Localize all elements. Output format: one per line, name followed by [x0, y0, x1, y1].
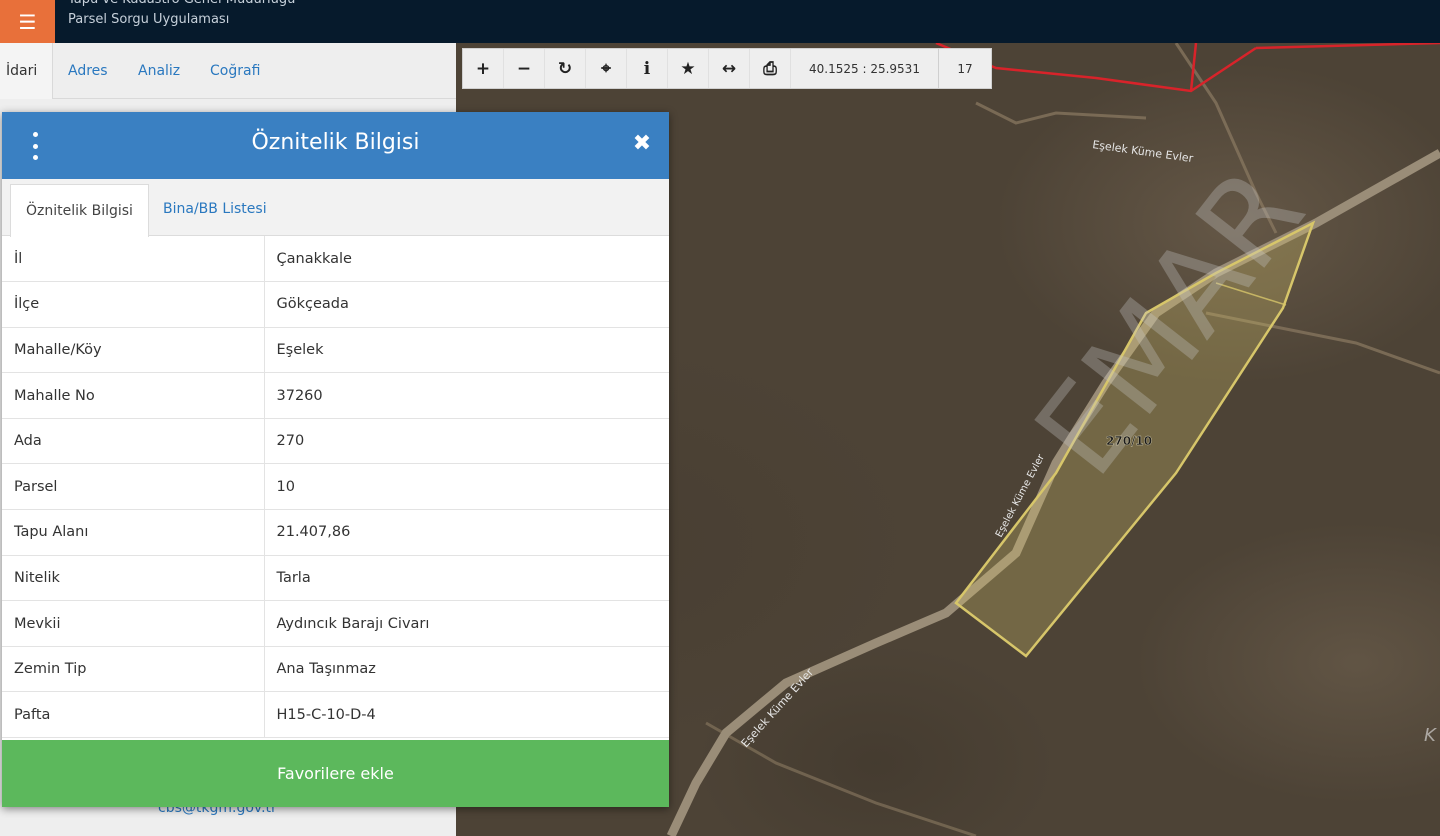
table-row: Mahalle No 37260 — [2, 372, 669, 419]
measure-icon: ↔ — [721, 58, 737, 79]
attr-key: İl — [2, 236, 265, 283]
refresh-icon: ↻ — [557, 58, 573, 79]
kebab-dot — [32, 155, 38, 160]
map-toolbar: + − ↻ ⌖ i ★ ↔ ⎙ 40.1525 : 25.9531 17 — [462, 48, 992, 89]
attr-value: 270 — [264, 418, 669, 465]
table-row: Parsel 10 — [2, 463, 669, 511]
attr-value: 10 — [264, 463, 669, 511]
zoom-in-icon: + — [475, 58, 491, 79]
attr-key: Parsel — [2, 463, 265, 511]
info-button[interactable]: i — [627, 49, 668, 88]
road-label-top: Eşelek Küme Evler — [1092, 138, 1195, 165]
refresh-button[interactable]: ↻ — [545, 49, 586, 88]
attr-value: Tarla — [264, 555, 669, 602]
attr-key: Pafta — [2, 691, 265, 739]
attr-value: 21.407,86 — [264, 509, 669, 556]
table-row: Nitelik Tarla — [2, 555, 669, 602]
tab-cografi[interactable]: Coğrafi — [210, 63, 260, 79]
attr-value: Eşelek — [264, 327, 669, 374]
menu-button[interactable]: ☰ — [0, 0, 55, 43]
attr-key: Mahalle/Köy — [2, 327, 265, 374]
star-icon: ★ — [680, 58, 696, 79]
parcel-label: 270/10 — [1106, 434, 1152, 448]
table-row: İlçe Gökçeada — [2, 281, 669, 328]
measure-button[interactable]: ↔ — [709, 49, 750, 88]
add-to-favorites-button[interactable]: Favorilere ekle — [2, 740, 669, 807]
track — [975, 101, 1147, 125]
zoom-out-button[interactable]: − — [504, 49, 545, 88]
coordinate-readout: 40.1525 : 25.9531 — [791, 49, 939, 88]
zoom-level-readout: 17 — [957, 61, 973, 76]
close-button[interactable]: ✖ — [630, 130, 654, 158]
table-row: İl Çanakkale — [2, 236, 669, 283]
attr-key: Ada — [2, 418, 265, 465]
attr-value: Çanakkale — [264, 236, 669, 283]
attr-key: Zemin Tip — [2, 646, 265, 693]
attr-key: Nitelik — [2, 555, 265, 602]
zoom-in-button[interactable]: + — [463, 49, 504, 88]
attr-key: Mevkii — [2, 600, 265, 647]
table-row: Zemin Tip Ana Taşınmaz — [2, 646, 669, 693]
table-row: Mevkii Aydıncık Barajı Civarı — [2, 600, 669, 647]
favorite-button[interactable]: ★ — [668, 49, 709, 88]
app-header: ☰ Tapu ve Kadastro Genel Müdürlüğü Parse… — [0, 0, 1440, 43]
table-row: Ada 270 — [2, 418, 669, 465]
close-icon: ✖ — [632, 131, 652, 156]
attr-key: Mahalle No — [2, 372, 265, 419]
locate-icon: ⌖ — [601, 58, 611, 79]
attr-value: Gökçeada — [264, 281, 669, 328]
attr-value: H15-C-10-D-4 — [264, 691, 669, 739]
dialog-title: Öznitelik Bilgisi — [251, 130, 420, 155]
attr-key: İlçe — [2, 281, 265, 328]
print-button[interactable]: ⎙ — [750, 49, 791, 88]
app-subtitle: Parsel Sorgu Uygulaması — [68, 12, 230, 27]
attr-value: Aydıncık Barajı Civarı — [264, 600, 669, 647]
attribute-dialog: Öznitelik Bilgisi ✖ Öznitelik Bilgisi Bi… — [2, 112, 669, 807]
print-icon: ⎙ — [763, 58, 777, 79]
sidebar-tabs: İdari Adres Analiz Coğrafi — [0, 43, 456, 99]
locate-button[interactable]: ⌖ — [586, 49, 627, 88]
attr-value: Ana Taşınmaz — [264, 646, 669, 693]
info-icon: i — [643, 58, 651, 79]
tab-oznitelik-bilgisi[interactable]: Öznitelik Bilgisi — [10, 184, 149, 237]
dialog-tabs: Öznitelik Bilgisi Bina/BB Listesi — [2, 179, 669, 237]
boundary-line — [1255, 43, 1440, 50]
hamburger-icon: ☰ — [18, 9, 37, 34]
tab-analiz[interactable]: Analiz — [138, 63, 180, 79]
attribute-table: İl Çanakkale İlçe Gökçeada Mahalle/Köy Eşel… — [2, 236, 669, 739]
zoom-out-icon: − — [516, 58, 532, 79]
tab-idari[interactable]: İdari — [6, 63, 37, 79]
table-row: Tapu Alanı 21.407,86 — [2, 509, 669, 556]
attr-value: 37260 — [264, 372, 669, 419]
dialog-header: Öznitelik Bilgisi ✖ — [2, 112, 669, 179]
table-row: Pafta H15-C-10-D-4 — [2, 691, 669, 739]
tab-bina-bb-listesi[interactable]: Bina/BB Listesi — [163, 201, 267, 217]
attr-key: Tapu Alanı — [2, 509, 265, 556]
tab-adres[interactable]: Adres — [68, 63, 108, 79]
app-title: Tapu ve Kadastro Genel Müdürlüğü — [68, 0, 295, 8]
table-row: Mahalle/Köy Eşelek — [2, 327, 669, 374]
edge-letter: K — [1424, 725, 1437, 746]
